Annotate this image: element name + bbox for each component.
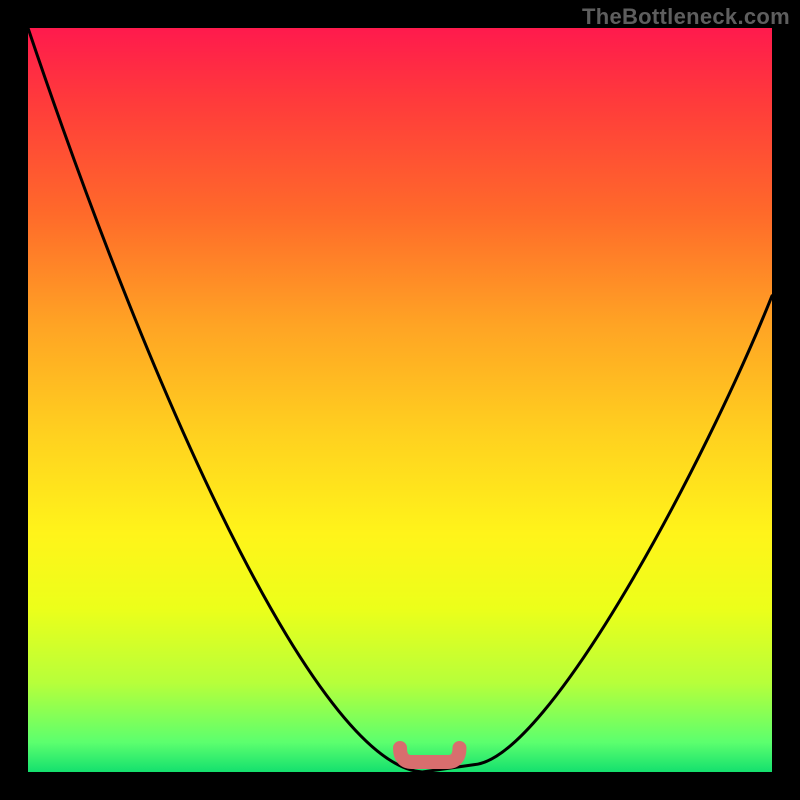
bottleneck-curve bbox=[28, 28, 772, 772]
chart-frame: TheBottleneck.com bbox=[0, 0, 800, 800]
watermark-label: TheBottleneck.com bbox=[582, 4, 790, 30]
optimal-highlight bbox=[400, 748, 460, 762]
chart-plot-area bbox=[28, 28, 772, 772]
chart-svg bbox=[28, 28, 772, 772]
